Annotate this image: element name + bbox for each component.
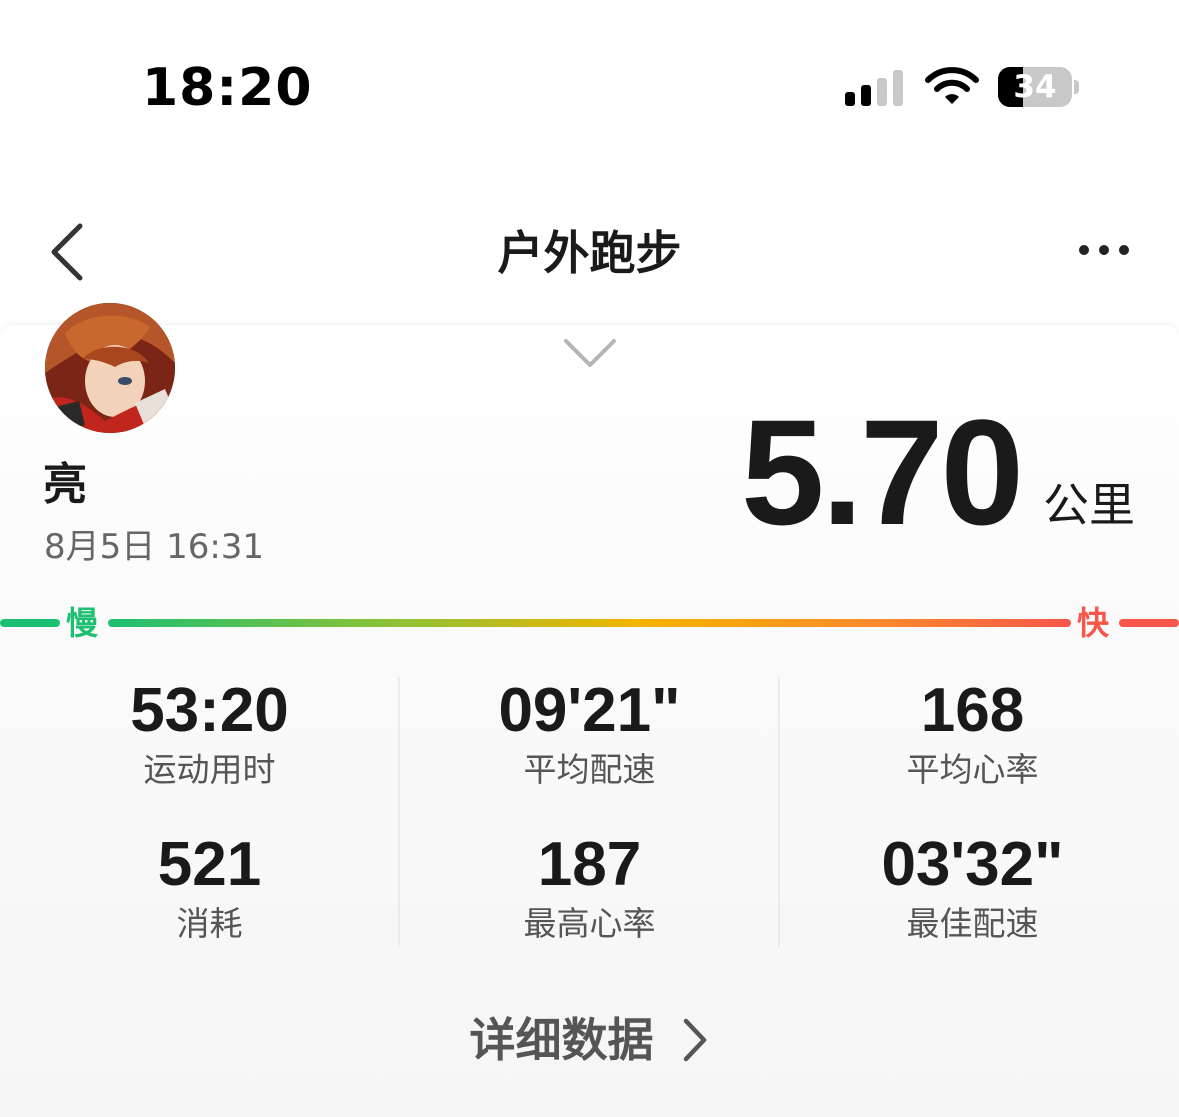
chevron-down-icon[interactable] <box>562 337 618 369</box>
avatar[interactable] <box>45 303 175 433</box>
stat-best-pace: 03'32" 最佳配速 <box>776 831 1169 945</box>
stat-label: 最佳配速 <box>906 904 1039 943</box>
pace-slow-label: 慢 <box>66 604 99 642</box>
chevron-right-icon <box>683 1018 706 1062</box>
wifi-icon <box>925 67 979 104</box>
page-title: 户外跑步 <box>497 226 682 280</box>
pace-gradient-bar <box>108 619 1071 627</box>
distance-block: 5.70 公里 <box>741 397 1135 547</box>
signal-icon <box>845 70 903 106</box>
stat-value: 521 <box>157 830 262 899</box>
stat-label: 平均心率 <box>906 750 1039 789</box>
stat-label: 最高心率 <box>523 904 656 943</box>
stat-label: 平均配速 <box>523 750 656 789</box>
distance-value: 5.70 <box>741 388 1024 556</box>
detail-data-label: 详细数据 <box>469 1013 654 1067</box>
stat-value: 53:20 <box>130 676 289 745</box>
pace-scale: 慢 快 <box>0 603 1179 643</box>
battery-level: 34 <box>1013 69 1057 105</box>
stats-grid: 53:20 运动用时 521 消耗 09'21" 平均配速 187 最高心率 1… <box>0 677 1179 947</box>
stats-column: 09'21" 平均配速 187 最高心率 <box>393 677 786 947</box>
stat-value: 168 <box>920 676 1025 745</box>
pace-line-slow <box>0 619 60 627</box>
stat-value: 09'21" <box>498 676 681 745</box>
stat-label: 消耗 <box>176 904 243 943</box>
status-time: 18:20 <box>142 58 313 118</box>
stats-column: 53:20 运动用时 521 消耗 <box>13 677 406 947</box>
user-name: 亮 <box>43 459 87 510</box>
stat-calories: 521 消耗 <box>13 831 406 945</box>
stat-avg-pace: 09'21" 平均配速 <box>393 677 786 791</box>
status-bar: 18:20 34 <box>0 0 1179 150</box>
record-date: 8月5日 16:31 <box>44 527 265 567</box>
pace-fast-label: 快 <box>1077 604 1110 642</box>
battery-indicator: 34 <box>998 67 1082 109</box>
distance-unit: 公里 <box>1043 478 1135 532</box>
ellipsis-icon[interactable] <box>1074 238 1134 262</box>
stat-value: 03'32" <box>881 830 1064 899</box>
stat-max-heart-rate: 187 最高心率 <box>393 831 786 945</box>
detail-data-link[interactable]: 详细数据 <box>0 1005 1179 1075</box>
nav-bar: 户外跑步 <box>0 200 1179 310</box>
workout-summary-card: 亮 8月5日 16:31 5.70 公里 慢 快 53:20 运动用时 521 … <box>0 303 1179 1117</box>
stat-duration: 53:20 运动用时 <box>13 677 406 791</box>
stat-avg-heart-rate: 168 平均心率 <box>776 677 1169 791</box>
stats-column: 168 平均心率 03'32" 最佳配速 <box>776 677 1169 947</box>
stat-value: 187 <box>537 830 642 899</box>
stat-label: 运动用时 <box>143 750 276 789</box>
pace-line-fast <box>1119 619 1179 627</box>
